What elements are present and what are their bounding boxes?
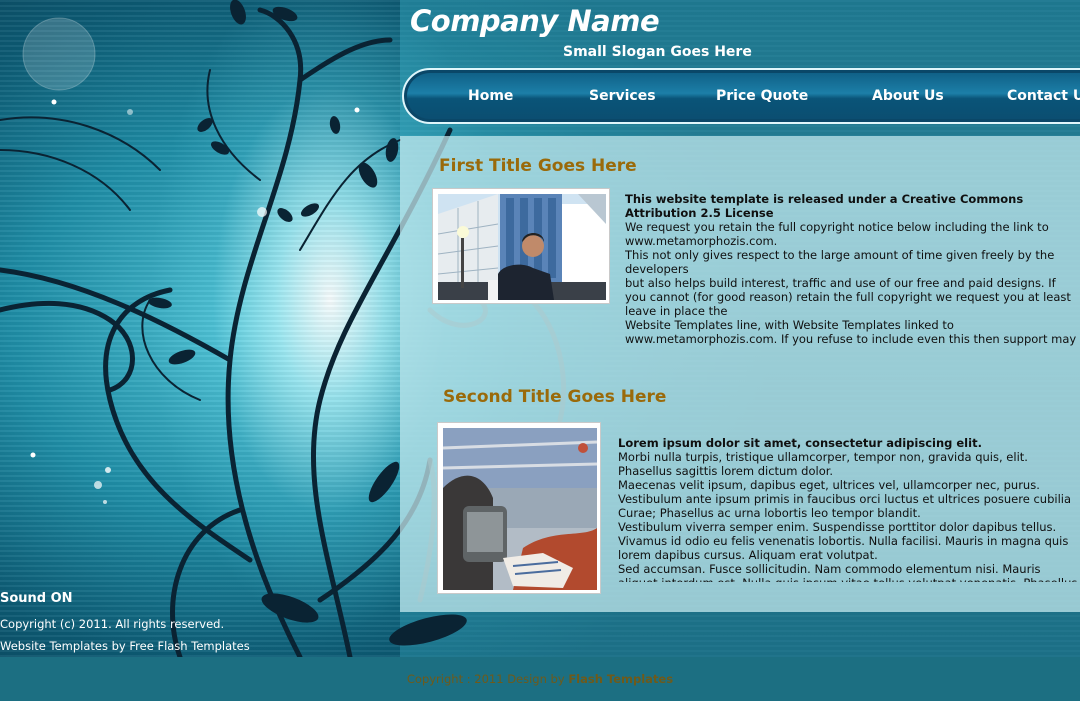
sound-toggle[interactable]: Sound ON [0,591,73,606]
section-second-paragraph: Vestibulum ante ipsum primis in faucibus… [618,492,1072,520]
footer-copyright: Copyright : 2011 Design by [406,672,569,686]
nav-contact-us[interactable]: Contact Us [1007,88,1080,104]
section-second-paragraph: Vestibulum viverra semper enim. Suspendi… [618,520,1057,534]
section-first-paragraph: We request you retain the full copyright… [625,220,1049,248]
main-navigation: Home Services Price Quote About Us Conta… [402,68,1080,124]
nav-about-us[interactable]: About Us [872,88,944,104]
company-slogan: Small Slogan Goes Here [563,44,752,60]
footer-flash-templates-link[interactable]: Flash Templates [568,672,673,686]
section-title-first: First Title Goes Here [439,156,637,176]
section-first-paragraph: but also helps build interest, traffic a… [625,276,1071,318]
footer: Copyright : 2011 Design by Flash Templat… [0,657,1080,701]
template-credits: Website Templates by Free Flash Template… [0,639,250,653]
free-flash-templates-link[interactable]: Free Flash Templates [129,639,249,653]
building-photo-image [438,194,606,300]
credits-prefix: Website Templates by [0,639,130,653]
building-photo [432,188,610,304]
section-first-paragraph: Website Templates line, with Website Tem… [625,318,1077,348]
train-photo [437,422,601,594]
section-second-paragraph: Morbi nulla turpis, tristique ullamcorpe… [618,450,1028,478]
section-first-lead: This website template is released under … [625,192,1024,220]
section-second-lead: Lorem ipsum dolor sit amet, consectetur … [618,436,982,450]
section-first-paragraph: This not only gives respect to the large… [625,248,1055,276]
section-second-paragraph: Vivamus id odio eu felis venenatis lobor… [618,534,1069,562]
section-first-body: This website template is released under … [625,192,1080,348]
company-name: Company Name [410,4,660,38]
section-second-paragraph: Maecenas velit ipsum, dapibus eget, ultr… [618,478,1040,492]
nav-home[interactable]: Home [468,88,513,104]
section-second-paragraph: Sed accumsan. Fusce sollicitudin. Nam co… [618,562,1077,582]
nav-services[interactable]: Services [589,88,656,104]
section-second-body: Lorem ipsum dolor sit amet, consectetur … [618,436,1078,582]
copyright-notice: Copyright (c) 2011. All rights reserved. [0,617,225,631]
train-photo-image [443,428,597,590]
nav-price-quote[interactable]: Price Quote [716,88,808,104]
section-title-second: Second Title Goes Here [443,387,667,407]
content-panel: First Title Goes Here This website templ… [400,136,1080,612]
